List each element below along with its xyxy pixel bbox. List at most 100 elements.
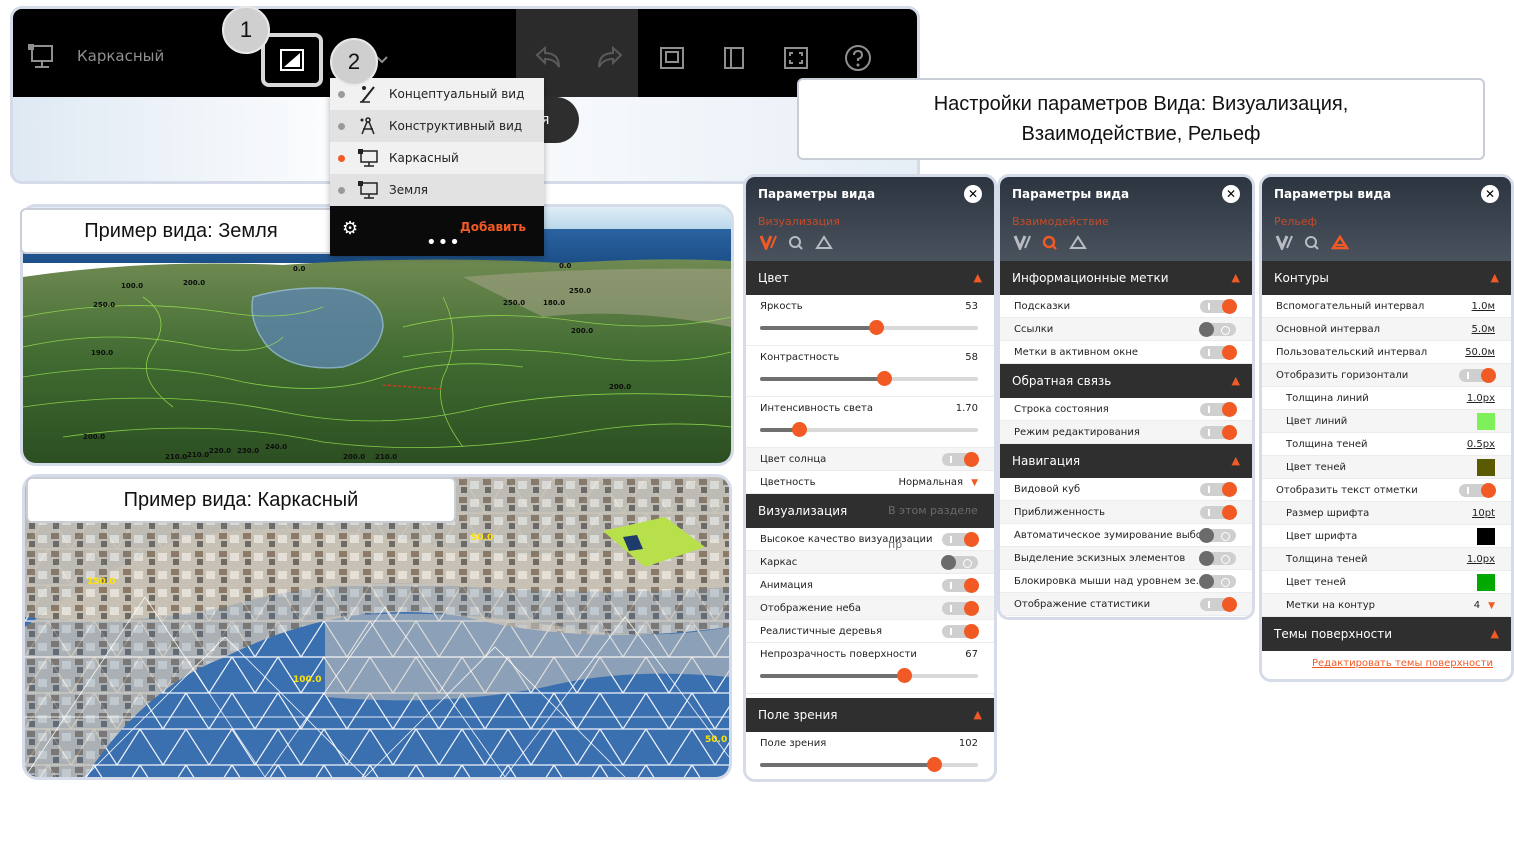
toggle-switch[interactable] <box>941 555 978 570</box>
toggle-switch[interactable] <box>1200 345 1237 360</box>
row-value[interactable]: 10pt <box>1472 502 1495 525</box>
tab-visualization-icon[interactable] <box>1012 233 1032 251</box>
tab-interaction-icon[interactable] <box>1040 233 1060 251</box>
toggle-switch[interactable] <box>1200 482 1237 497</box>
chevron-up-icon: ▲ <box>973 708 982 721</box>
close-icon[interactable]: ✕ <box>964 185 982 203</box>
dropdown-item-earth[interactable]: Земля <box>330 174 544 206</box>
toggle-switch[interactable] <box>942 624 979 639</box>
section-info-labels[interactable]: Информационные метки ▲ <box>1000 261 1252 295</box>
dropdown-item-wireframe[interactable]: Каркасный <box>330 142 544 174</box>
relief-row: Основной интервал 5.0м <box>1262 318 1511 341</box>
slider-light-intensity: Интенсивность света 1.70 <box>746 397 994 448</box>
section-color[interactable]: Цвет ▲ <box>746 261 994 295</box>
edit-themes-link[interactable]: Редактировать темы поверхности <box>1312 658 1493 669</box>
panel-header: Параметры вида ✕ Визуализация <box>746 177 994 261</box>
slider-handle[interactable] <box>877 371 893 386</box>
tab-interaction-icon[interactable] <box>1302 233 1322 251</box>
toggle-row: Видовой куб <box>1000 478 1252 501</box>
toggle-row: Ссылки <box>1000 318 1252 341</box>
section-contours[interactable]: Контуры ▲ <box>1262 261 1511 295</box>
row-value[interactable]: 5.0м <box>1472 318 1495 341</box>
slider-track[interactable] <box>760 320 978 335</box>
row-label: Приближенность <box>1014 507 1105 518</box>
book-icon[interactable] <box>717 43 751 73</box>
toggle-switch[interactable] <box>1199 528 1236 543</box>
section-label: Визуализация <box>758 504 848 518</box>
slider-handle[interactable] <box>927 757 943 772</box>
row-value[interactable]: 1.0px <box>1467 548 1495 571</box>
tab-relief-icon[interactable] <box>814 233 834 251</box>
toggle-switch[interactable] <box>942 578 979 593</box>
color-swatch[interactable] <box>1477 528 1495 545</box>
inactive-dot-icon <box>338 186 345 194</box>
toggle-switch[interactable] <box>942 601 979 616</box>
gear-icon[interactable]: ⚙ <box>342 218 358 239</box>
row-label: Блокировка мыши над уровнем зе... <box>1014 576 1206 587</box>
toggle-switch[interactable] <box>1200 299 1237 314</box>
row-value[interactable]: 1.0м <box>1472 295 1495 318</box>
toggle-row: Отображение неба <box>746 597 994 620</box>
toggle-row: Автоматическое зумирование выбо... <box>1000 524 1252 547</box>
help-icon[interactable] <box>841 43 875 73</box>
row-label: Цвет солнца <box>760 454 827 465</box>
chevron-up-icon: ▲ <box>1231 454 1240 467</box>
redo-icon[interactable] <box>593 43 627 73</box>
color-swatch[interactable] <box>1477 413 1495 430</box>
undo-icon[interactable] <box>531 43 565 73</box>
row-label: Метки в активном окне <box>1014 347 1139 358</box>
tab-relief-icon[interactable] <box>1068 233 1088 251</box>
caret-down-icon: ▼ <box>1488 601 1495 611</box>
toggle-switch[interactable] <box>1199 322 1236 337</box>
tab-relief-icon[interactable] <box>1330 233 1350 251</box>
slider-handle[interactable] <box>896 668 912 683</box>
toggle-switch[interactable] <box>1459 483 1496 498</box>
chroma-select[interactable]: Нормальная ▼ <box>898 471 978 495</box>
toggle-row: Строка состояния <box>1000 398 1252 421</box>
row-label: Цветность <box>760 477 816 488</box>
tab-visualization-icon[interactable] <box>758 233 778 251</box>
slider-handle[interactable] <box>792 422 808 437</box>
toggle-switch[interactable] <box>1199 574 1236 589</box>
toggle-switch[interactable] <box>1200 505 1237 520</box>
toggle-switch[interactable] <box>1199 551 1236 566</box>
toggle-switch[interactable] <box>1200 425 1237 440</box>
section-surface-themes[interactable]: Темы поверхности ▲ <box>1262 617 1511 651</box>
toggle-switch[interactable] <box>942 532 979 547</box>
caret-down-icon: ▼ <box>971 478 978 488</box>
panel-title: Параметры вида <box>1274 187 1392 201</box>
slider-handle[interactable] <box>868 320 884 335</box>
edit-themes-row: Редактировать темы поверхности <box>1262 651 1511 677</box>
row-value[interactable]: 0.5px <box>1467 433 1495 456</box>
section-navigation[interactable]: Навигация ▲ <box>1000 444 1252 478</box>
fullscreen-icon[interactable] <box>779 43 813 73</box>
toggle-switch[interactable] <box>1459 368 1496 383</box>
add-view-button[interactable]: Добавить <box>460 220 526 234</box>
slider-track[interactable] <box>760 757 978 772</box>
view-mode-icon[interactable] <box>25 41 57 71</box>
color-swatch[interactable] <box>1477 459 1495 476</box>
more-icon[interactable]: ••• <box>426 232 461 253</box>
relief-row: Цвет теней <box>1262 456 1511 479</box>
section-visualization[interactable]: Визуализация В этом разделе пр <box>746 494 994 551</box>
toggle-switch[interactable] <box>1200 402 1237 417</box>
close-icon[interactable]: ✕ <box>1222 185 1240 203</box>
toggle-switch[interactable] <box>1200 597 1237 612</box>
slider-track[interactable] <box>760 668 978 683</box>
labels-per-contour-select[interactable]: 4 ▼ <box>1474 594 1495 618</box>
section-field-of-view[interactable]: Поле зрения ▲ <box>746 698 994 732</box>
color-swatch[interactable] <box>1477 574 1495 591</box>
row-value[interactable]: 1.0px <box>1467 387 1495 410</box>
slider-track[interactable] <box>760 371 978 386</box>
dropdown-item-constructive[interactable]: Конструктивный вид <box>330 110 544 142</box>
section-feedback[interactable]: Обратная связь ▲ <box>1000 364 1252 398</box>
row-value[interactable]: 50.0м <box>1465 341 1495 364</box>
elevation-label: 210.0 <box>187 451 210 459</box>
slider-track[interactable] <box>760 422 978 437</box>
tab-interaction-icon[interactable] <box>786 233 806 251</box>
sun-color-toggle[interactable] <box>942 452 979 467</box>
layers-icon[interactable] <box>655 43 689 73</box>
close-icon[interactable]: ✕ <box>1481 185 1499 203</box>
tab-visualization-icon[interactable] <box>1274 233 1294 251</box>
slider-value: 67 <box>965 649 978 660</box>
